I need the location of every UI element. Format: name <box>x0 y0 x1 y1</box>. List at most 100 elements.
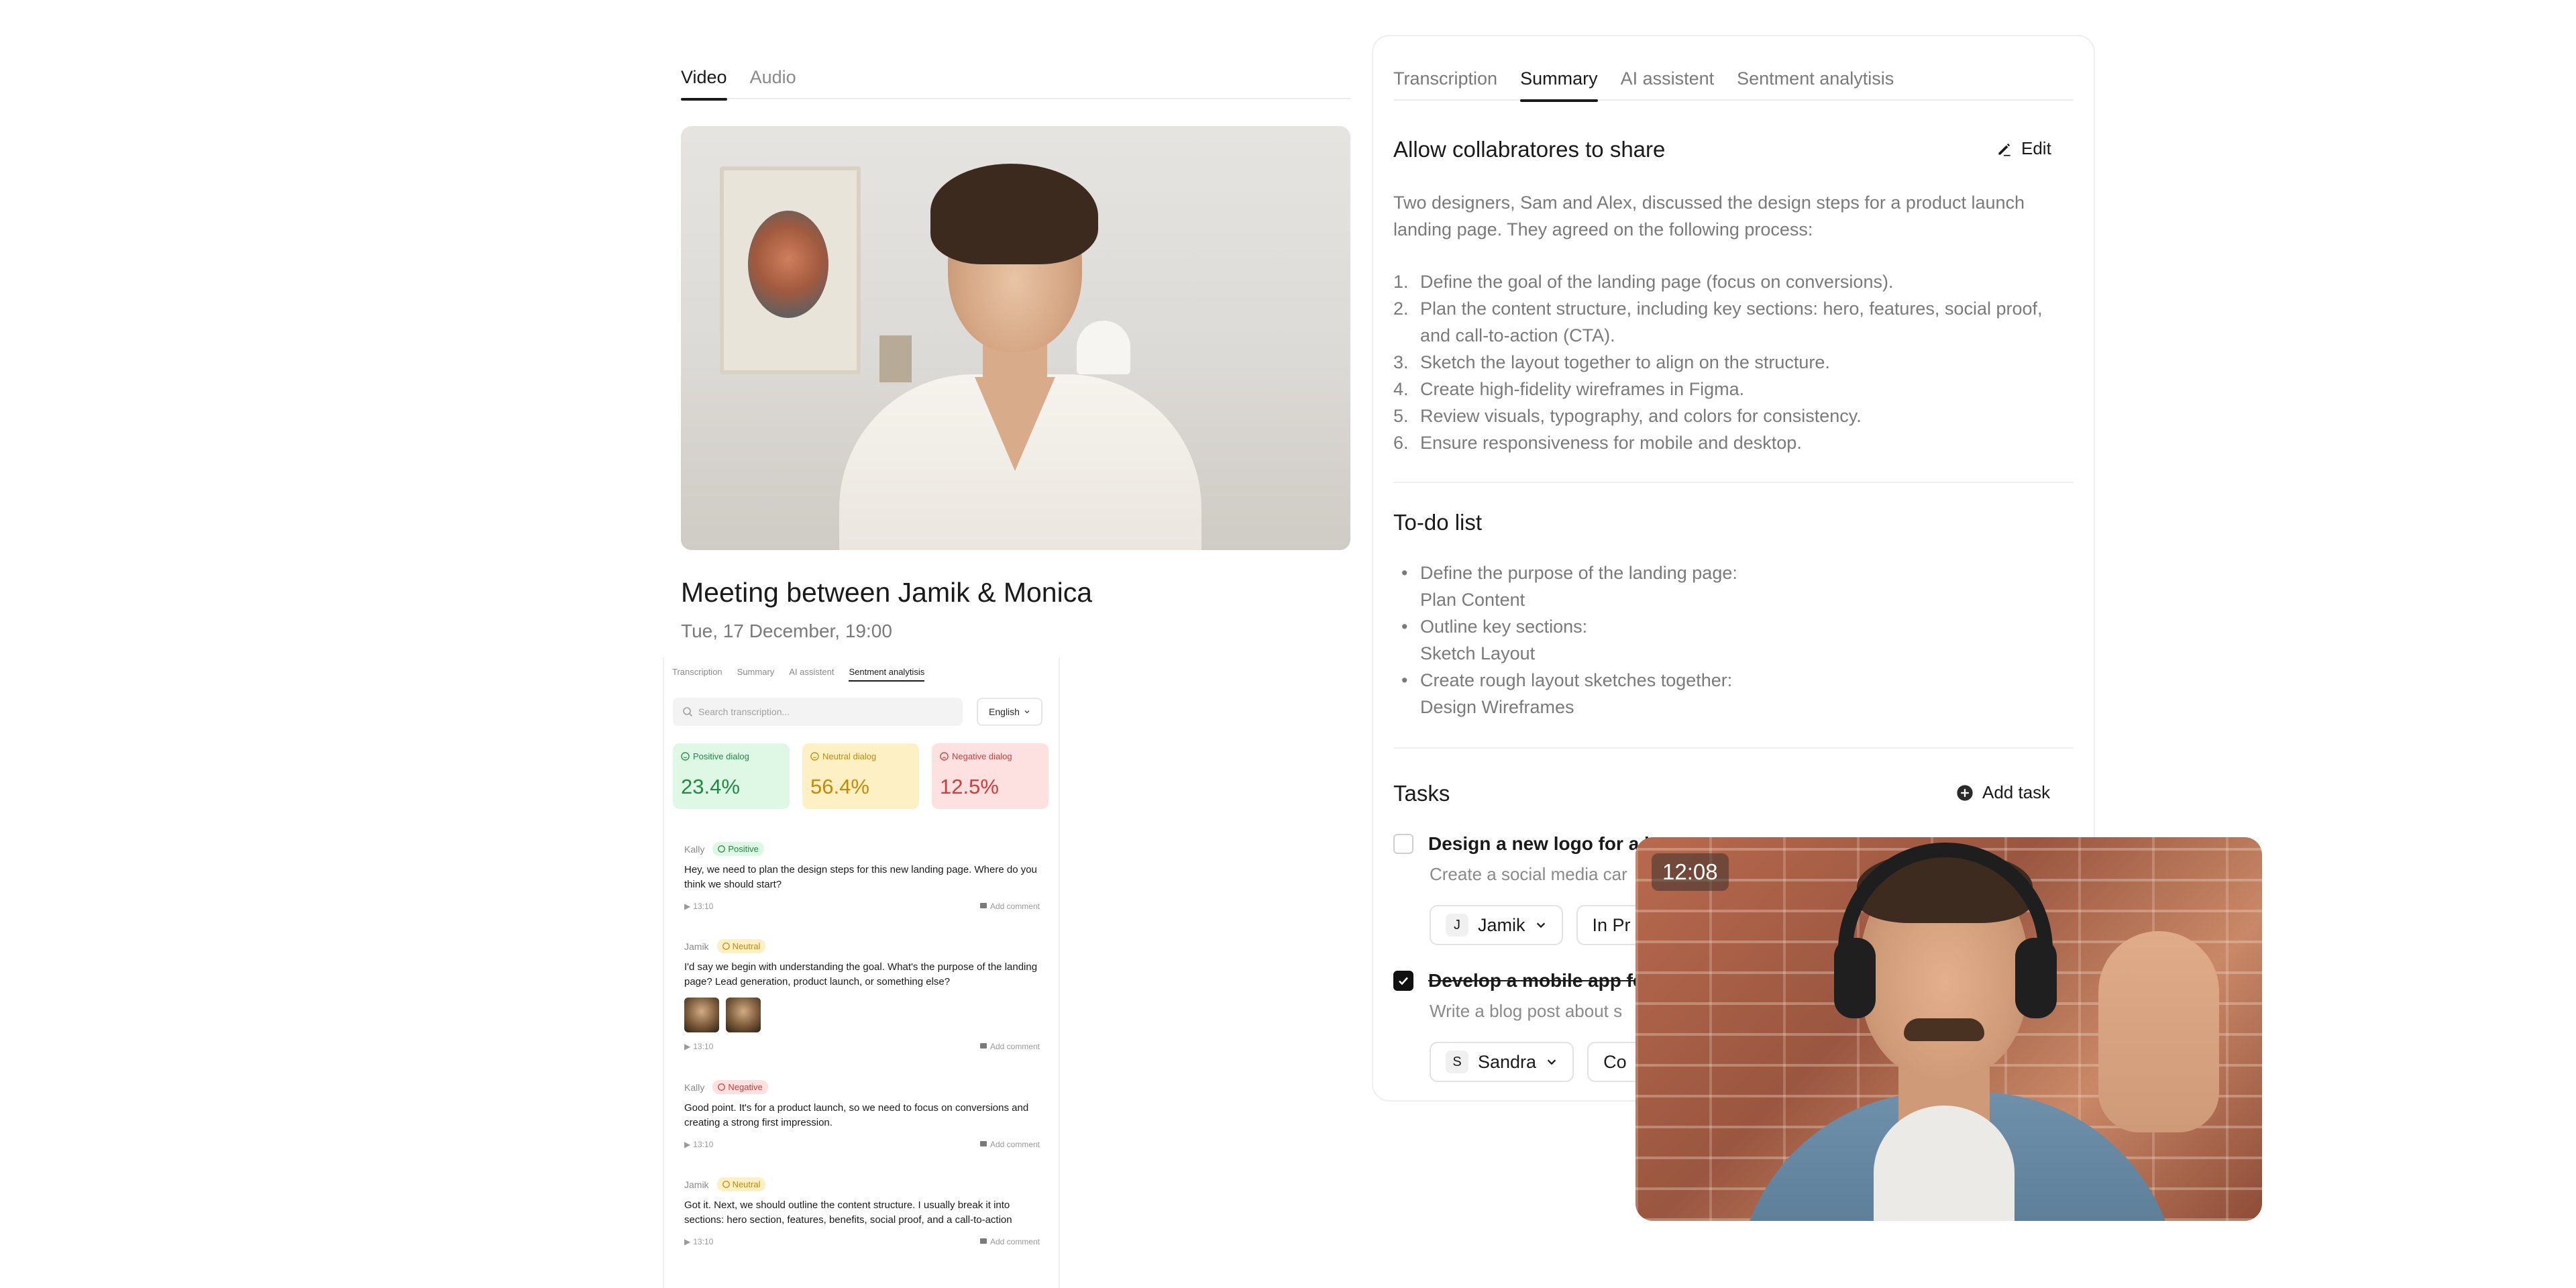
summary-steps: 1. Define the goal of the landing page (f… <box>1393 268 2071 456</box>
task-checkbox[interactable] <box>1393 834 1413 854</box>
entry-text: Good point. It's for a product launch, s… <box>684 1102 1029 1128</box>
add-comment-label: Add comment <box>989 1237 1040 1246</box>
mini-tab-sentiment[interactable]: Sentment analytisis <box>849 661 924 682</box>
todo-sub: Plan Content <box>1420 590 1525 610</box>
add-comment-label: Add comment <box>989 1042 1040 1051</box>
negative-dialog-value: 12.5% <box>940 775 999 798</box>
tab-summary[interactable]: Summary <box>1520 59 1598 102</box>
step-text: Sketch the layout together to align on t… <box>1420 352 1830 372</box>
entry-text: I'd say we begin with understanding the … <box>684 961 1038 987</box>
avatar: J <box>1446 914 1468 936</box>
mini-tab-ai-assistant[interactable]: AI assistent <box>789 661 834 682</box>
list-item: 1. Define the goal of the landing page (f… <box>1393 268 2071 295</box>
assignee-name: Jamik <box>1478 914 1525 935</box>
entry-time: 13:10 <box>693 1237 714 1246</box>
add-comment-button[interactable]: Add comment <box>979 902 1040 911</box>
language-select[interactable]: English <box>977 698 1042 726</box>
list-item: 4. Create high-fidelity wireframes in Fig… <box>1393 376 2071 402</box>
tab-ai-assistant[interactable]: AI assistent <box>1621 59 1715 101</box>
add-task-button[interactable]: Add task <box>1955 782 2050 803</box>
comment-icon <box>979 903 987 908</box>
call-timer: 12:08 <box>1652 853 1729 891</box>
step-text: Plan the content structure, including ke… <box>1420 299 2043 345</box>
transcript-entry: Jamik Neutral Got it. Next, we should out… <box>684 1177 1040 1246</box>
divider <box>1393 482 2074 483</box>
transcription-search-input[interactable]: Search transcription... <box>673 698 963 726</box>
panel-tabs: Transcription Summary AI assistent Sentm… <box>1393 59 2074 102</box>
positive-dialog-card: Positive dialog 23.4% <box>673 743 790 809</box>
assignee-dropdown[interactable]: S Sandra <box>1430 1042 1574 1082</box>
smile-icon <box>718 845 726 853</box>
assignee-name: Sandra <box>1478 1051 1537 1072</box>
speaker-name: Jamik <box>684 1179 709 1190</box>
entry-text: Got it. Next, we should outline the cont… <box>684 1199 1012 1226</box>
play-timestamp[interactable]: ▶ 13:10 <box>684 1237 713 1246</box>
tab-transcription[interactable]: Transcription <box>1393 59 1497 101</box>
play-timestamp[interactable]: ▶ 13:10 <box>684 902 713 911</box>
tab-sentiment[interactable]: Sentment analytisis <box>1737 59 1894 101</box>
list-item: 3. Sketch the layout together to align on… <box>1393 349 2071 376</box>
todo-text: Define the purpose of the landing page: <box>1420 563 1737 583</box>
mini-tab-summary[interactable]: Summary <box>737 661 775 682</box>
status-dropdown[interactable]: Co <box>1587 1042 1643 1082</box>
headphone-cup <box>1834 938 1876 1018</box>
speaker-name: Kally <box>684 843 705 855</box>
entry-text: Hey, we need to plan the design steps fo… <box>684 864 1037 890</box>
neutral-dialog-value: 56.4% <box>810 775 869 798</box>
attachment-thumbnails <box>684 998 1040 1032</box>
edit-button[interactable]: Edit <box>1996 138 2051 159</box>
todo-text: Create rough layout sketches together: <box>1420 670 1733 690</box>
summary-title: Allow collabratores to share <box>1393 137 1666 162</box>
main-video[interactable] <box>681 126 1350 550</box>
list-item: 5. Review visuals, typography, and colors… <box>1393 402 2071 429</box>
positive-dialog-label: Positive dialog <box>693 751 749 761</box>
task-title[interactable]: Design a new logo for a l <box>1428 833 1650 855</box>
sentiment-badge: Negative <box>712 1080 768 1094</box>
speaker-name: Kally <box>684 1081 705 1093</box>
sentiment-badge: Positive <box>712 842 764 856</box>
play-timestamp[interactable]: ▶ 13:10 <box>684 1042 713 1051</box>
wall-card <box>879 335 912 382</box>
sentiment-badge: Neutral <box>716 939 766 953</box>
todo-text: Outline key sections: <box>1420 616 1588 637</box>
mini-tab-transcription[interactable]: Transcription <box>672 661 722 682</box>
tab-audio[interactable]: Audio <box>750 58 796 99</box>
add-comment-button[interactable]: Add comment <box>979 1140 1040 1149</box>
assignee-dropdown[interactable]: J Jamik <box>1430 905 1563 945</box>
add-comment-button[interactable]: Add comment <box>979 1042 1040 1051</box>
list-item: 6. Ensure responsiveness for mobile and d… <box>1393 429 2071 456</box>
neutral-face-icon <box>810 752 819 761</box>
transcript-entry: Jamik Neutral I'd say we begin with under… <box>684 939 1040 1051</box>
attachment-thumbnail[interactable] <box>726 998 761 1032</box>
todo-list: • Define the purpose of the landing page:… <box>1393 559 1997 720</box>
app-root: Video Audio Meeting between Jamik & Moni… <box>0 0 2576 1288</box>
task-title[interactable]: Develop a mobile app fe <box>1428 970 1644 991</box>
add-comment-label: Add comment <box>989 902 1040 911</box>
comment-icon <box>979 1043 987 1049</box>
status-value: In Pr <box>1592 914 1631 935</box>
mini-tabs: Transcription Summary AI assistent Sentm… <box>672 661 1048 682</box>
todo-sub: Design Wireframes <box>1420 697 1574 717</box>
headphone-cup <box>2015 938 2057 1018</box>
add-task-label: Add task <box>1982 782 2051 802</box>
positive-dialog-value: 23.4% <box>681 775 740 798</box>
play-timestamp[interactable]: ▶ 13:10 <box>684 1140 713 1149</box>
step-text: Ensure responsiveness for mobile and des… <box>1420 433 1802 453</box>
frown-icon <box>940 752 949 761</box>
tab-video[interactable]: Video <box>681 58 727 101</box>
checkmark-icon <box>1399 977 1408 985</box>
summary-text: Two designers, Sam and Alex, discussed t… <box>1393 193 2025 239</box>
list-item: • Define the purpose of the landing page:… <box>1401 563 1737 610</box>
video-call-window[interactable]: 12:08 <box>1635 837 2262 1221</box>
add-comment-button[interactable]: Add comment <box>979 1237 1040 1246</box>
waving-hand <box>2098 931 2219 1132</box>
search-icon <box>683 707 693 717</box>
search-placeholder: Search transcription... <box>698 706 790 717</box>
meeting-title: Meeting between Jamik & Monica <box>681 577 1093 608</box>
neutral-face-icon <box>722 943 730 950</box>
task-checkbox[interactable] <box>1393 971 1413 991</box>
chevron-down-icon <box>1547 1059 1556 1065</box>
language-value: English <box>989 706 1020 717</box>
attachment-thumbnail[interactable] <box>684 998 719 1032</box>
entry-time: 13:10 <box>693 902 714 911</box>
